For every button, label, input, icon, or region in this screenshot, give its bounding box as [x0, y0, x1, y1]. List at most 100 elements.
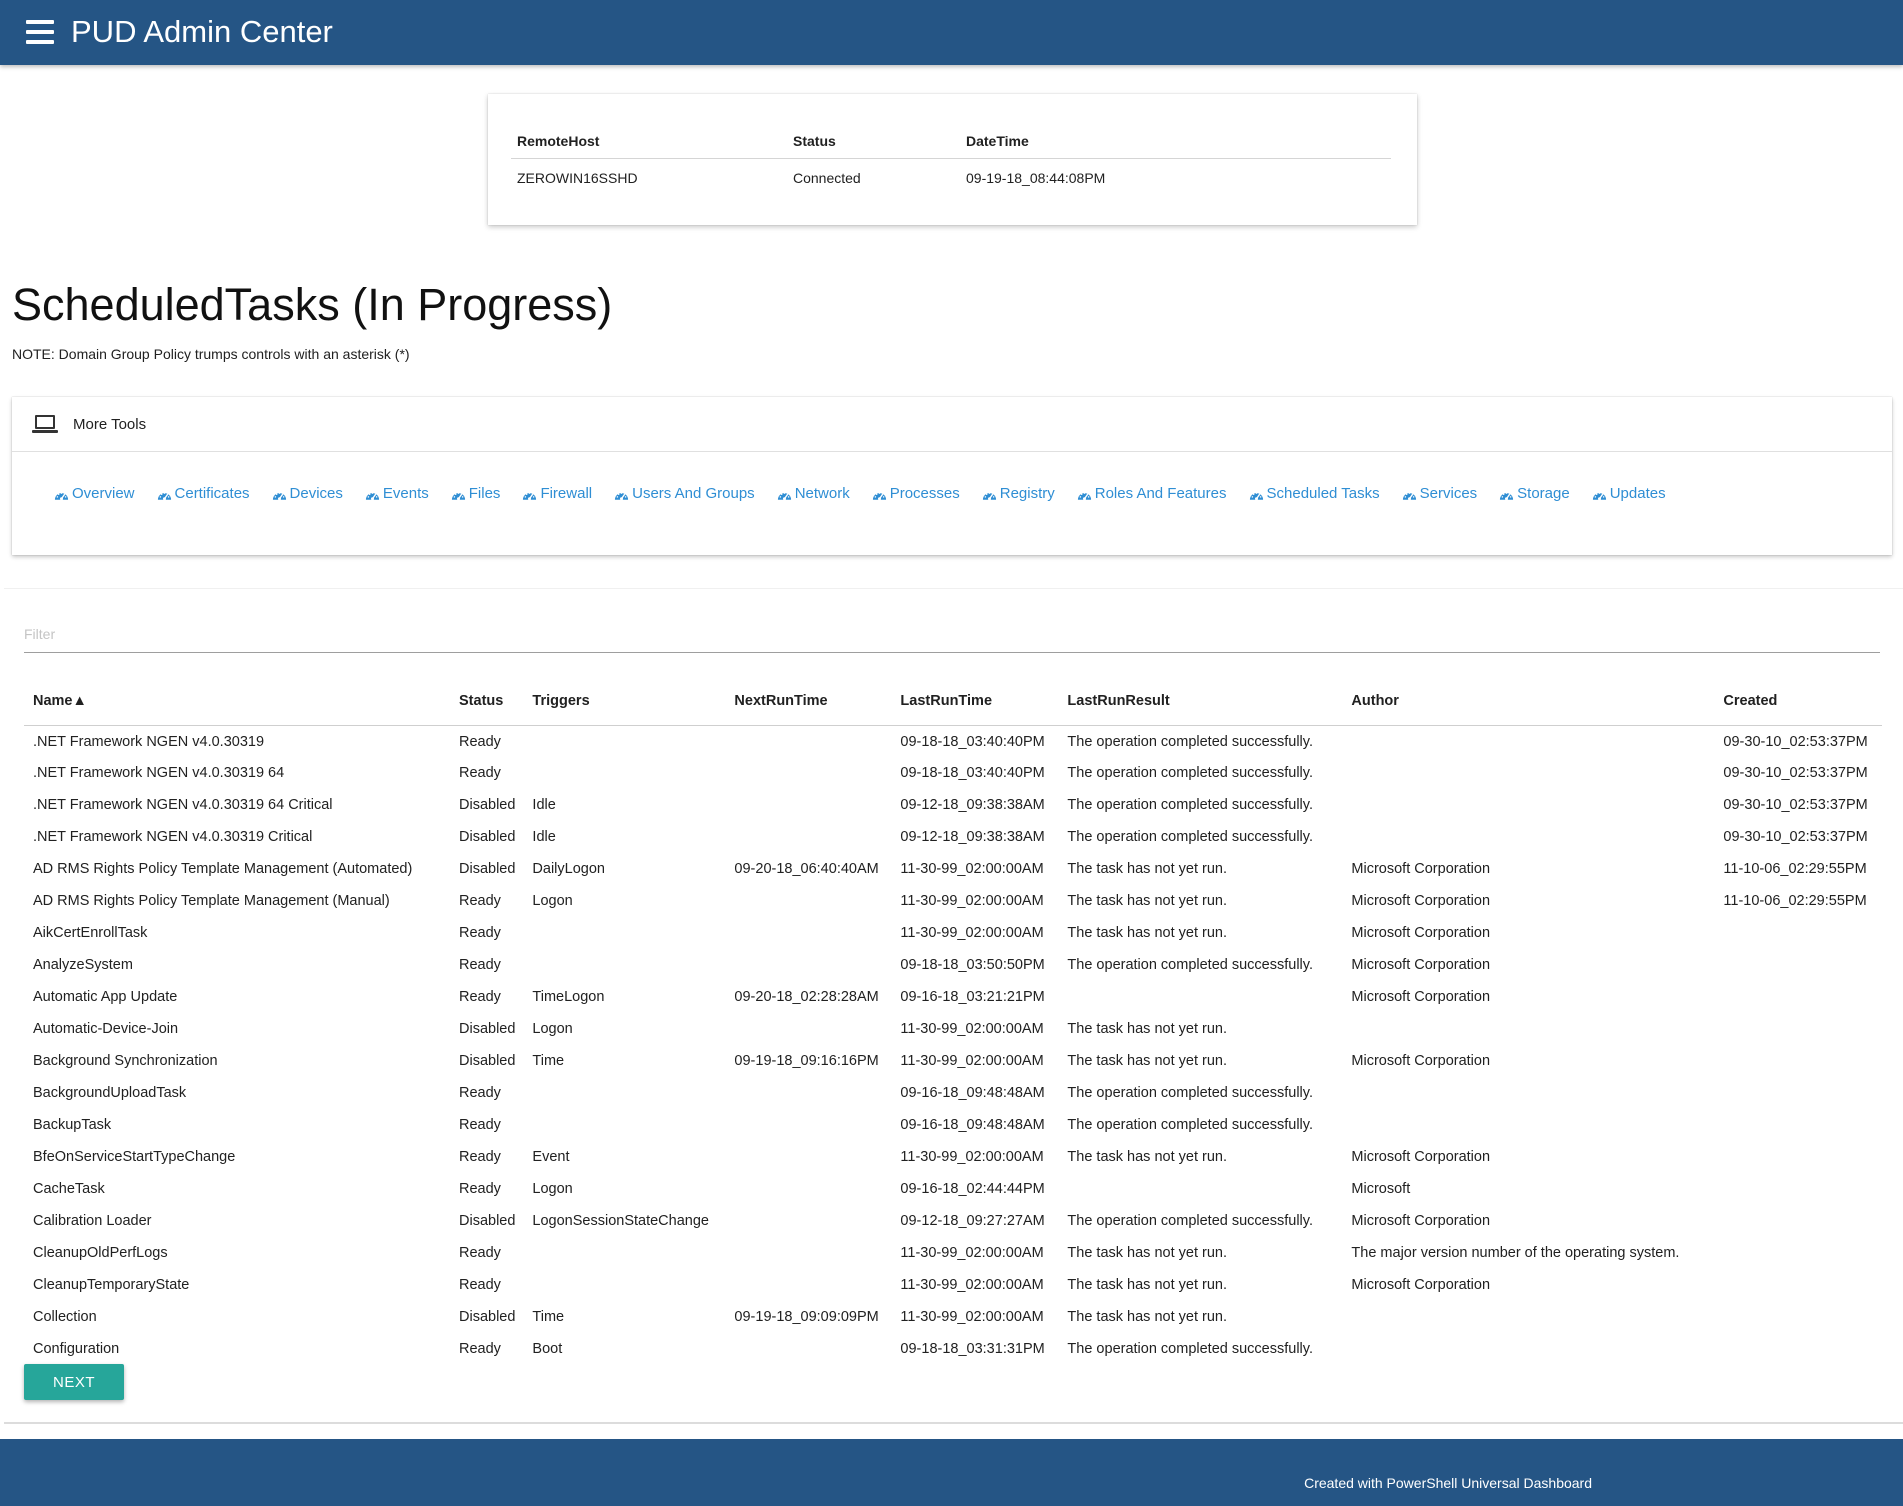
table-row[interactable]: AD RMS Rights Policy Template Management…	[24, 853, 1882, 885]
table-row[interactable]: BackupTask Ready 09-16-18_09:48:48AM The op…	[24, 1109, 1882, 1141]
tool-link-devices[interactable]: Devices	[272, 485, 343, 502]
task-name-cell: AnalyzeSystem	[33, 957, 133, 973]
top-app-bar: PUD Admin Center	[0, 0, 1903, 65]
task-status-cell: Ready	[459, 765, 501, 781]
task-author-cell	[1342, 1301, 1714, 1333]
policy-note: NOTE: Domain Group Policy trumps control…	[12, 346, 410, 362]
table-row[interactable]: AnalyzeSystem Ready 09-18-18_03:50:50PM The…	[24, 949, 1882, 981]
column-header-triggers[interactable]: Triggers	[523, 677, 726, 726]
task-nextruntime-cell	[725, 949, 891, 981]
task-author-cell	[1342, 757, 1714, 789]
tool-link-label: Files	[468, 485, 501, 502]
tool-link-services[interactable]: Services	[1402, 485, 1478, 502]
tool-link-events[interactable]: Events	[365, 485, 429, 502]
table-row[interactable]: Configuration Ready Boot 09-18-18_03:31:31P…	[24, 1333, 1882, 1365]
tool-link-users-and-groups[interactable]: Users And Groups	[614, 485, 755, 502]
tool-link-network[interactable]: Network	[777, 485, 850, 502]
table-row[interactable]: CleanupTemporaryState Ready 11-30-99_02:00…	[24, 1269, 1882, 1301]
task-status-cell: Ready	[459, 1245, 501, 1261]
tool-link-overview[interactable]: Overview	[54, 485, 135, 502]
table-row[interactable]: .NET Framework NGEN v4.0.30319 Critical D…	[24, 821, 1882, 853]
more-tools-header[interactable]: More Tools	[12, 397, 1892, 452]
task-nextruntime-cell: 09-20-18_02:28:28AM	[734, 989, 879, 1005]
tool-link-updates[interactable]: Updates	[1592, 485, 1666, 502]
task-author-cell: Microsoft Corporation	[1351, 1053, 1491, 1069]
task-triggers-cell: Boot	[532, 1341, 563, 1357]
task-nextruntime-cell	[725, 1013, 891, 1045]
column-header-nextruntime[interactable]: NextRunTime	[725, 677, 892, 726]
task-triggers-cell: Idle	[532, 829, 556, 845]
tool-link-certificates[interactable]: Certificates	[157, 485, 250, 502]
task-created-cell	[1714, 1237, 1882, 1269]
column-header-lastruntime[interactable]: LastRunTime	[891, 677, 1059, 726]
task-lastruntime-cell: 09-18-18_03:40:40PM	[900, 765, 1045, 781]
table-row[interactable]: Automatic App Update Ready TimeLogon 09-20-…	[24, 981, 1882, 1013]
task-status-cell: Ready	[459, 893, 501, 909]
table-row[interactable]: Automatic-Device-Join Disabled Logon 11-30-…	[24, 1013, 1882, 1045]
table-row[interactable]: AD RMS Rights Policy Template Management…	[24, 885, 1882, 917]
task-nextruntime-cell	[725, 821, 891, 853]
table-row[interactable]: Collection Disabled Time 09-19-18_09:09:09P…	[24, 1301, 1882, 1333]
hamburger-menu-icon[interactable]	[26, 19, 54, 45]
task-lastrunresult-cell: The operation completed successfully.	[1067, 734, 1313, 751]
task-lastruntime-cell: 09-18-18_03:31:31PM	[900, 1341, 1045, 1357]
column-header-status[interactable]: Status	[450, 677, 524, 726]
task-name-cell: BfeOnServiceStartTypeChange	[33, 1149, 236, 1165]
filter-input[interactable]	[24, 615, 1880, 653]
tool-link-label: Certificates	[174, 485, 250, 502]
table-row[interactable]: BackgroundUploadTask Ready 09-16-18_09:48:…	[24, 1077, 1882, 1109]
task-created-cell	[1714, 1301, 1882, 1333]
task-triggers-cell: Logon	[532, 1181, 573, 1197]
task-author-cell	[1342, 1109, 1714, 1141]
tool-link-label: Processes	[889, 485, 960, 502]
tool-link-firewall[interactable]: Firewall	[522, 485, 592, 502]
tool-link-scheduled-tasks[interactable]: Scheduled Tasks	[1249, 485, 1380, 502]
tool-link-processes[interactable]: Processes	[872, 485, 960, 502]
table-row[interactable]: .NET Framework NGEN v4.0.30319 Ready 09-18…	[24, 725, 1882, 757]
task-lastrunresult-cell: The task has not yet run.	[1067, 893, 1228, 909]
task-name-cell: BackgroundUploadTask	[33, 1085, 187, 1101]
task-name-cell: .NET Framework NGEN v4.0.30319 64	[33, 765, 285, 781]
tool-link-files[interactable]: Files	[451, 485, 501, 502]
task-triggers-cell: Time	[532, 1309, 565, 1325]
task-name-cell: Configuration	[33, 1341, 120, 1357]
table-row[interactable]: .NET Framework NGEN v4.0.30319 64 Ready 09…	[24, 757, 1882, 789]
column-header-name[interactable]: Name▲	[24, 677, 450, 726]
table-row[interactable]: BfeOnServiceStartTypeChange Ready Event 11-…	[24, 1141, 1882, 1173]
tool-link-label: Services	[1419, 485, 1478, 502]
column-header-datetime: DateTime	[960, 124, 1391, 159]
table-row[interactable]: Background Synchronization Disabled Time 09…	[24, 1045, 1882, 1077]
task-author-cell: Microsoft Corporation	[1351, 957, 1491, 973]
column-header-lastrunresult[interactable]: LastRunResult	[1058, 677, 1343, 726]
task-lastrunresult-cell: The operation completed successfully.	[1067, 957, 1313, 973]
table-row[interactable]: .NET Framework NGEN v4.0.30319 64 Critic…	[24, 789, 1882, 821]
column-header-author[interactable]: Author	[1342, 677, 1715, 726]
table-row[interactable]: Calibration Loader Disabled LogonSessionSt…	[24, 1205, 1882, 1237]
task-nextruntime-cell	[725, 1077, 891, 1109]
task-status-cell: Ready	[459, 1341, 501, 1357]
column-header-remotehost: RemoteHost	[511, 124, 787, 159]
tool-link-storage[interactable]: Storage	[1499, 485, 1570, 502]
dashboard-gauge-icon	[272, 488, 287, 500]
column-header-created[interactable]: Created	[1714, 677, 1882, 726]
tool-link-roles-and-features[interactable]: Roles And Features	[1077, 485, 1227, 502]
task-lastrunresult-cell: The operation completed successfully.	[1067, 765, 1313, 781]
task-created-cell	[1714, 1013, 1882, 1045]
tool-link-registry[interactable]: Registry	[982, 485, 1055, 502]
task-lastruntime-cell: 09-12-18_09:38:38AM	[900, 797, 1045, 813]
task-name-cell: AD RMS Rights Policy Template Management…	[33, 893, 390, 909]
task-name-cell: AikCertEnrollTask	[33, 925, 148, 941]
task-lastruntime-cell: 09-12-18_09:38:38AM	[900, 829, 1045, 845]
tool-link-label: Overview	[72, 485, 135, 502]
task-author-cell	[1342, 821, 1714, 853]
task-name-cell: .NET Framework NGEN v4.0.30319 Critical	[33, 829, 313, 845]
table-row[interactable]: AikCertEnrollTask Ready 11-30-99_02:00:00A…	[24, 917, 1882, 949]
task-author-cell	[1342, 1077, 1714, 1109]
next-page-button[interactable]: NEXT	[24, 1364, 124, 1400]
more-tools-card: More Tools Overview Certificates Devices Ev…	[12, 397, 1892, 555]
table-row[interactable]: CleanupOldPerfLogs Ready 11-30-99_02:00:00…	[24, 1237, 1882, 1269]
task-created-cell: 09-30-10_02:53:37PM	[1723, 765, 1868, 781]
task-lastruntime-cell: 09-16-18_09:48:48AM	[900, 1085, 1045, 1101]
dashboard-gauge-icon	[777, 488, 792, 500]
table-row[interactable]: CacheTask Ready Logon 09-16-18_02:44:44PM Mi…	[24, 1173, 1882, 1205]
